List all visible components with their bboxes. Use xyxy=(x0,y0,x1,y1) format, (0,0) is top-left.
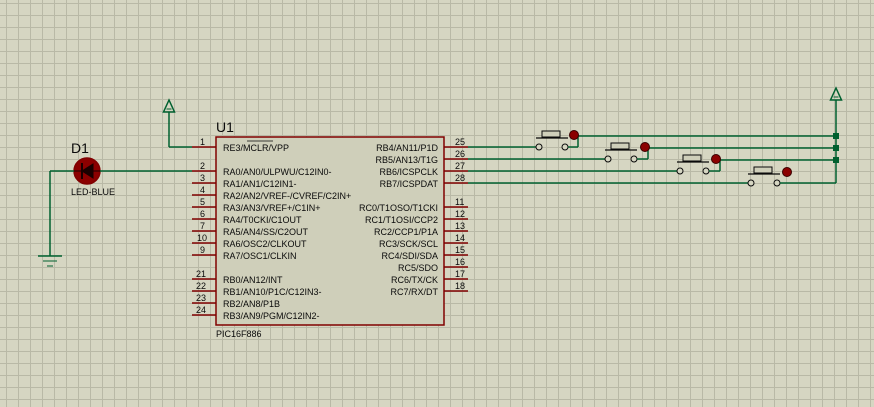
svg-text:11: 11 xyxy=(455,197,464,207)
pin-label: RB5/AN13/T1G xyxy=(375,155,438,165)
svg-text:28: 28 xyxy=(455,173,465,183)
pin-label: RB2/AN8/P1B xyxy=(223,299,280,309)
pin-label: RE3/MCLR/VPP xyxy=(223,143,289,153)
svg-text:21: 21 xyxy=(196,269,206,279)
pin-label: RB7/ICSPDAT xyxy=(380,179,439,189)
ic-part-label: PIC16F886 xyxy=(216,329,262,339)
power-terminal-mclr[interactable] xyxy=(162,98,193,148)
svg-text:18: 18 xyxy=(455,281,465,291)
pin-label: RA1/AN1/C12IN1- xyxy=(223,179,297,189)
pin-label: RC7/RX/DT xyxy=(390,287,438,297)
pin-label: RA6/OSC2/CLKOUT xyxy=(223,239,307,249)
pin-label: RC0/T1OSO/T1CKI xyxy=(359,203,438,213)
button-state-dot xyxy=(640,142,650,152)
pin-label: RA3/AN3/VREF+/C1IN+ xyxy=(223,203,321,213)
svg-text:24: 24 xyxy=(196,305,206,315)
push-button-1[interactable] xyxy=(468,130,836,151)
svg-text:9: 9 xyxy=(200,245,205,255)
svg-text:12: 12 xyxy=(455,209,465,219)
pin-label: RB1/AN10/P1C/C12IN3- xyxy=(223,287,322,297)
svg-text:7: 7 xyxy=(200,221,205,231)
pin-label: RC4/SDI/SDA xyxy=(381,251,438,261)
pin-label: RC2/CCP1/P1A xyxy=(374,227,438,237)
svg-text:26: 26 xyxy=(455,149,465,159)
pin-label: RC5/SDO xyxy=(398,263,438,273)
push-button-2[interactable] xyxy=(468,142,836,163)
led-ref-label: D1 xyxy=(71,140,89,156)
pin-label: RA0/AN0/ULPWU/C12IN0- xyxy=(223,167,332,177)
svg-text:6: 6 xyxy=(200,209,205,219)
pin-label: RA4/T0CKI/C1OUT xyxy=(223,215,302,225)
led-part-label: LED-BLUE xyxy=(71,187,115,197)
svg-text:13: 13 xyxy=(455,221,465,231)
svg-text:25: 25 xyxy=(455,137,465,147)
pin-label: RA2/AN2/VREF-/CVREF/C2IN+ xyxy=(223,191,351,201)
svg-text:10: 10 xyxy=(197,233,207,243)
pin-label: RA5/AN4/SS/C2OUT xyxy=(223,227,309,237)
pin-label: RC3/SCK/SCL xyxy=(379,239,438,249)
pin-label: RB0/AN12/INT xyxy=(223,275,283,285)
button-state-dot xyxy=(711,154,721,164)
pin-label: RB3/AN9/PGM/C12IN2- xyxy=(223,311,320,321)
pin-label: RC6/TX/CK xyxy=(391,275,438,285)
button-state-dot xyxy=(569,130,579,140)
svg-text:23: 23 xyxy=(196,293,206,303)
pin-label: RC1/T1OSI/CCP2 xyxy=(365,215,438,225)
ic-ref-label: U1 xyxy=(216,119,234,135)
pin-label: RB6/ICSPCLK xyxy=(379,167,438,177)
svg-text:1: 1 xyxy=(200,137,205,147)
pin-label: RB4/AN11/P1D xyxy=(376,143,438,153)
ground-symbol[interactable] xyxy=(38,170,74,267)
pin-label: RA7/OSC1/CLKIN xyxy=(223,251,297,261)
svg-text:14: 14 xyxy=(455,233,465,243)
svg-text:27: 27 xyxy=(455,161,465,171)
svg-text:4: 4 xyxy=(200,185,205,195)
schematic-canvas[interactable]: U1 PIC16F886 1 RE3/MCLR/VPP 2 RA0/AN0/UL… xyxy=(0,0,874,407)
svg-text:2: 2 xyxy=(200,161,205,171)
button-state-dot xyxy=(782,167,792,177)
svg-text:16: 16 xyxy=(455,257,465,267)
push-button-3[interactable] xyxy=(468,154,836,175)
led-d1[interactable]: D1 LED-BLUE xyxy=(71,140,115,197)
svg-text:17: 17 xyxy=(455,269,465,279)
svg-text:15: 15 xyxy=(455,245,465,255)
ic-u1[interactable]: U1 PIC16F886 1 RE3/MCLR/VPP 2 RA0/AN0/UL… xyxy=(192,119,468,339)
svg-text:3: 3 xyxy=(200,173,205,183)
svg-text:22: 22 xyxy=(196,281,206,291)
push-button-4[interactable] xyxy=(468,166,836,187)
svg-text:5: 5 xyxy=(200,197,205,207)
